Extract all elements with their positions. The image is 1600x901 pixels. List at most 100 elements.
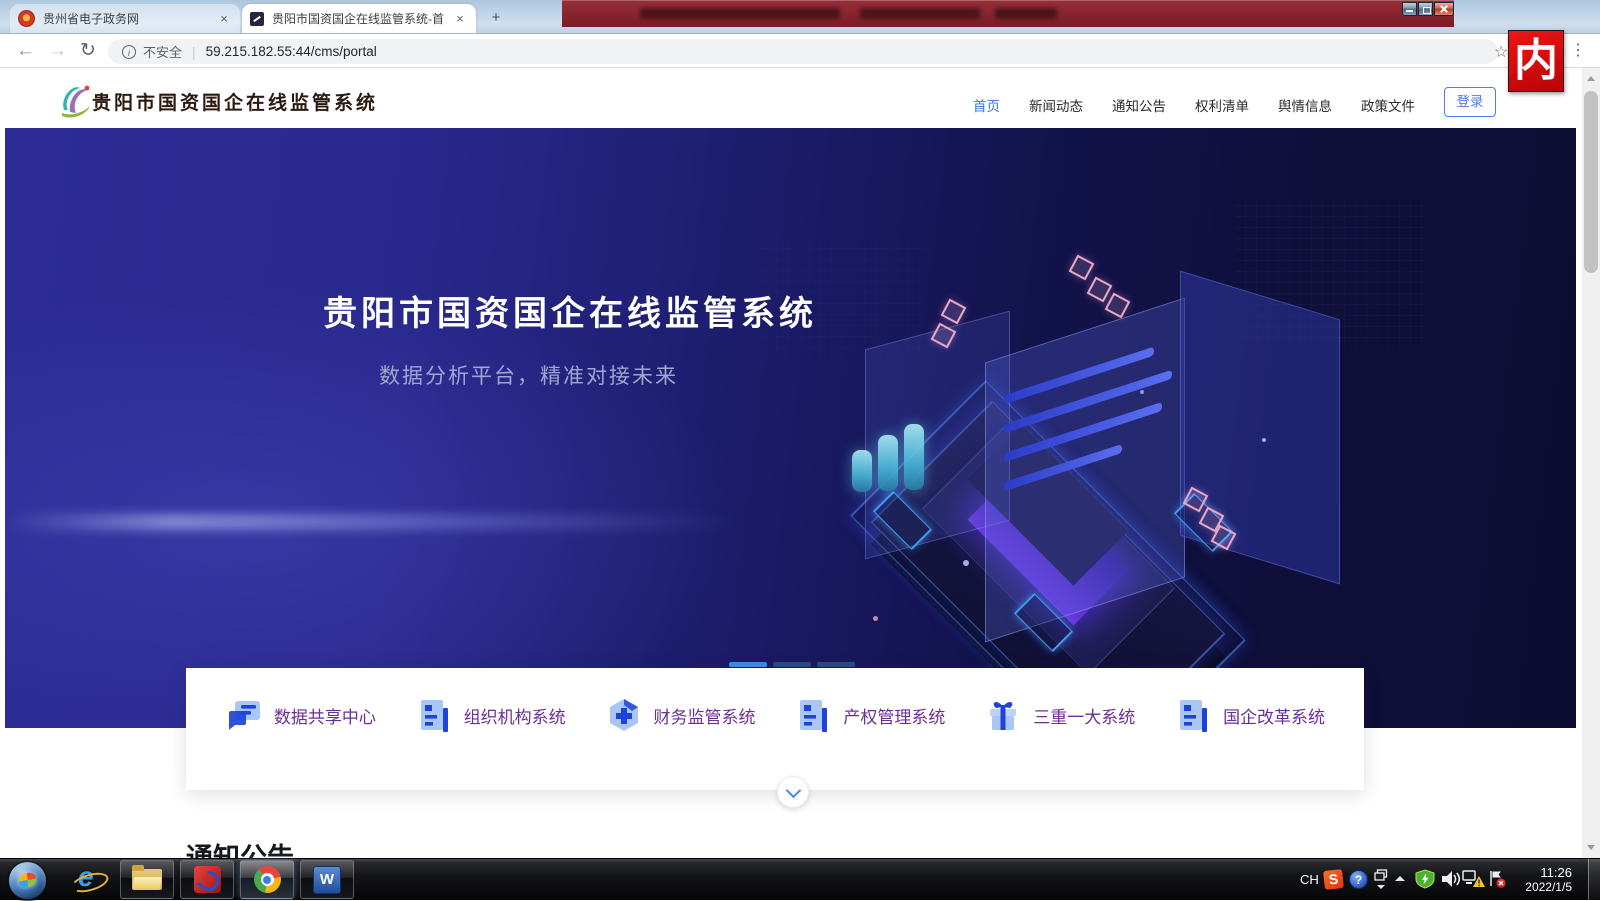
bar-cylinder — [878, 435, 898, 491]
restore-button[interactable] — [1418, 2, 1433, 16]
nav-sentiment[interactable]: 舆情信息 — [1278, 95, 1332, 115]
service-item-finance[interactable]: 财务监管系统 — [605, 696, 756, 734]
three-major-one-icon — [984, 696, 1022, 734]
scrollbar-up-arrow[interactable] — [1587, 76, 1595, 81]
login-button[interactable]: 登录 — [1444, 87, 1496, 117]
scrollbar-down-arrow[interactable] — [1587, 845, 1595, 850]
particle-dot — [963, 560, 969, 566]
network-warning-icon[interactable] — [1462, 869, 1485, 889]
gov-app-icon — [194, 866, 221, 893]
light-streak — [5, 514, 765, 530]
folder-icon — [132, 869, 162, 890]
minimize-button[interactable] — [1402, 2, 1417, 16]
notice-section-title: 通知公告 — [186, 836, 294, 858]
org-structure-icon — [415, 696, 453, 734]
ime-dropdown-arrow[interactable] — [1377, 885, 1385, 889]
blurred-title-text — [640, 8, 840, 19]
browser-tab-inactive[interactable]: 贵州省电子政务网 × — [10, 4, 240, 33]
ime-toolbar-icon[interactable] — [1374, 869, 1388, 881]
service-item-property-rights[interactable]: 产权管理系统 — [794, 696, 945, 734]
bar-cylinder — [904, 424, 924, 490]
browser-tab-active[interactable]: 贵阳市国资国企在线监管系统-首 × — [242, 4, 476, 33]
windows-flag-icon — [19, 872, 37, 889]
service-label: 产权管理系统 — [843, 703, 945, 728]
tray-date: 2022/1/5 — [1504, 880, 1572, 895]
hero-banner: 贵阳市国资国企在线监管系统 数据分析平台，精准对接未来 — [5, 128, 1576, 728]
start-button[interactable] — [8, 861, 47, 900]
service-label: 数据共享中心 — [274, 703, 376, 728]
word-icon: W — [313, 866, 341, 894]
nav-home[interactable]: 首页 — [973, 95, 1000, 115]
ime-overlay-badge: 内 — [1508, 30, 1564, 92]
bookmark-star-icon[interactable]: ☆ — [1494, 42, 1508, 62]
scrollbar-thumb[interactable] — [1584, 91, 1598, 273]
tab-title: 贵阳市国资国企在线监管系统-首 — [272, 10, 452, 27]
service-label: 组织机构系统 — [464, 703, 566, 728]
scroll-down-button[interactable] — [777, 776, 809, 808]
menu-kebab-icon[interactable]: ⋮ — [1570, 40, 1586, 60]
tab-close-icon[interactable]: × — [452, 11, 468, 26]
property-rights-icon — [794, 696, 832, 734]
blurred-title-text — [860, 8, 980, 19]
browser-toolbar: ← → ↻ i 不安全 | 59.215.182.55:44/cms/porta… — [0, 33, 1600, 68]
service-item-three-major-one[interactable]: 三重一大系统 — [984, 696, 1135, 734]
carousel-dot-3[interactable] — [817, 662, 855, 667]
chrome-icon — [254, 866, 281, 893]
service-item-soe-reform[interactable]: 国企改革系统 — [1174, 696, 1325, 734]
url-text: 59.215.182.55:44/cms/portal — [206, 44, 377, 59]
page-scrollbar[interactable] — [1582, 68, 1600, 858]
nav-policies[interactable]: 政策文件 — [1361, 95, 1415, 115]
nav-news[interactable]: 新闻动态 — [1029, 95, 1083, 115]
hero-subtitle: 数据分析平台，精准对接未来 — [379, 360, 678, 390]
national-emblem-icon — [18, 10, 35, 27]
particle-dot — [1262, 438, 1266, 442]
internet-explorer-icon[interactable]: e — [70, 863, 110, 897]
service-item-data-share[interactable]: 数据共享中心 — [225, 696, 376, 734]
forward-icon[interactable]: → — [48, 41, 67, 60]
floating-cube — [1105, 293, 1131, 319]
gov-app-taskbar-button[interactable] — [180, 860, 234, 899]
security-label: 不安全 — [143, 42, 182, 61]
site-favicon — [250, 12, 264, 26]
soe-reform-icon — [1174, 696, 1212, 734]
reload-icon[interactable]: ↻ — [80, 41, 96, 60]
word-taskbar-button[interactable]: W — [300, 860, 354, 899]
help-icon[interactable]: ? — [1349, 870, 1368, 889]
bar-cylinder — [852, 450, 872, 492]
back-icon[interactable]: ← — [16, 41, 35, 60]
info-icon[interactable]: i — [122, 45, 136, 59]
floating-cube — [941, 299, 967, 325]
show-desktop-button[interactable] — [1588, 859, 1600, 901]
particle-dot — [873, 616, 878, 621]
finance-supervision-icon — [605, 696, 643, 734]
close-button[interactable] — [1434, 2, 1454, 16]
carousel-dot-2[interactable] — [773, 662, 811, 667]
address-bar[interactable]: i 不安全 | 59.215.182.55:44/cms/portal — [108, 39, 1498, 64]
volume-icon[interactable] — [1440, 870, 1461, 888]
sogou-ime-icon[interactable]: S — [1323, 869, 1344, 890]
show-hidden-icons-arrow[interactable] — [1395, 876, 1405, 881]
nav-notices[interactable]: 通知公告 — [1112, 95, 1166, 115]
web-page: 贵阳市国资国企在线监管系统 首页 新闻动态 通知公告 权利清单 舆情信息 政策文… — [0, 68, 1582, 858]
tab-title: 贵州省电子政务网 — [43, 10, 216, 27]
divider: | — [192, 44, 196, 60]
tab-close-icon[interactable]: × — [216, 11, 232, 26]
tray-clock[interactable]: 11:26 2022/1/5 — [1504, 865, 1572, 895]
language-indicator[interactable]: CH — [1300, 872, 1319, 887]
carousel-dot-1[interactable] — [729, 662, 767, 667]
new-tab-button[interactable]: + — [486, 8, 506, 28]
background-window-titlebar — [562, 0, 1454, 27]
explorer-taskbar-button[interactable] — [120, 860, 174, 899]
security-shield-icon[interactable] — [1415, 869, 1435, 889]
site-logo — [56, 80, 96, 120]
nav-rights-list[interactable]: 权利清单 — [1195, 95, 1249, 115]
tray-time: 11:26 — [1504, 865, 1572, 880]
isometric-illustration — [815, 228, 1435, 708]
browser-titlebar: 贵州省电子政务网 × 贵阳市国资国企在线监管系统-首 × + — [0, 0, 1600, 33]
blurred-title-text — [995, 8, 1057, 19]
service-label: 财务监管系统 — [654, 703, 756, 728]
service-item-org-structure[interactable]: 组织机构系统 — [415, 696, 566, 734]
chrome-taskbar-button[interactable] — [240, 860, 294, 899]
service-label: 三重一大系统 — [1033, 703, 1135, 728]
site-title: 贵阳市国资国企在线监管系统 — [92, 88, 378, 115]
